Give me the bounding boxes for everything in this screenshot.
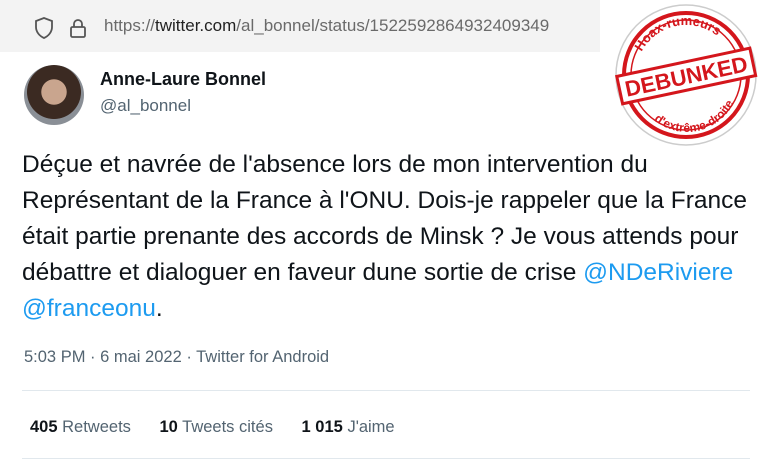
avatar[interactable] — [24, 65, 84, 125]
mention-link[interactable]: @franceonu — [22, 295, 156, 322]
retweets-count: 405 — [30, 418, 58, 436]
lock-icon[interactable] — [68, 17, 88, 39]
url-prefix: https:// — [104, 16, 156, 35]
quotes-count: 10 — [159, 418, 178, 436]
shield-icon[interactable] — [34, 17, 54, 39]
debunked-stamp: Hoax-rumeurs DEBUNKED d'extrême-droite — [615, 4, 758, 146]
tweet-timestamp[interactable]: 5:03 PM · 6 mai 2022 · Twitter for Andro… — [24, 348, 329, 367]
url-field[interactable]: https://twitter.com/al_bonnel/status/152… — [104, 16, 549, 36]
retweets-stat[interactable]: 405 Retweets — [30, 418, 131, 436]
retweets-label: Retweets — [62, 418, 131, 436]
url-host: twitter.com — [155, 16, 237, 35]
mention-link[interactable]: @NDeRiviere — [583, 259, 733, 286]
tweet-stats: 405 Retweets 10 Tweets cités 1 015 J'aim… — [30, 418, 419, 437]
likes-label: J'aime — [347, 418, 395, 436]
tweet-end: . — [155, 295, 163, 322]
likes-count: 1 015 — [301, 418, 343, 436]
url-path: /al_bonnel/status/1522592864932409349 — [236, 16, 550, 35]
divider — [22, 390, 750, 391]
likes-stat[interactable]: 1 015 J'aime — [302, 418, 395, 436]
quotes-stat[interactable]: 10 Tweets cités — [160, 418, 273, 436]
divider — [22, 458, 750, 459]
author-name[interactable]: Anne-Laure Bonnel — [100, 69, 266, 90]
browser-address-bar: https://twitter.com/al_bonnel/status/152… — [0, 0, 600, 52]
tweet-text: Déçue et navrée de l'absence lors de mon… — [22, 147, 752, 327]
quotes-label: Tweets cités — [182, 418, 273, 436]
author-handle[interactable]: @al_bonnel — [100, 96, 191, 116]
